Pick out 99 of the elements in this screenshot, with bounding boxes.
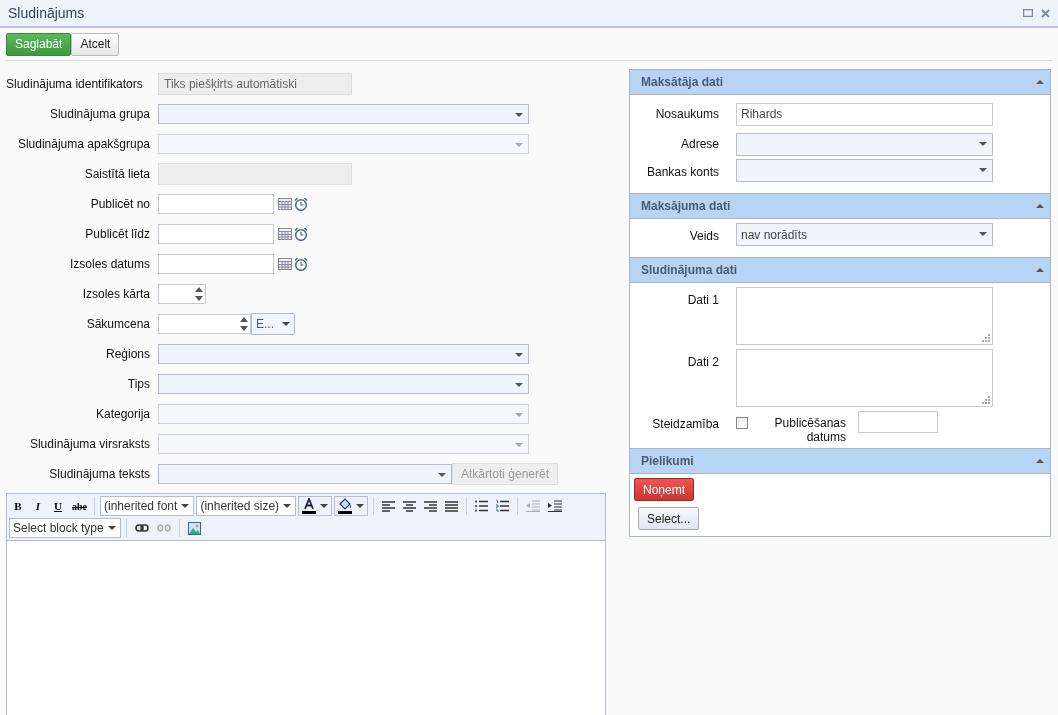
caret-icon[interactable] — [181, 504, 190, 508]
spin-arrows-icon[interactable] — [240, 316, 248, 332]
editor-dropdown[interactable]: Select block type — [9, 518, 121, 538]
resize-grip-icon[interactable] — [982, 334, 990, 342]
align-right-icon[interactable] — [424, 500, 438, 512]
bullet-list-icon[interactable] — [475, 500, 489, 512]
numbered-list-icon[interactable] — [496, 500, 510, 512]
highlight-color-button[interactable] — [334, 496, 369, 516]
date-field[interactable] — [858, 411, 938, 433]
caret-icon[interactable] — [356, 504, 365, 508]
align-center-icon[interactable] — [403, 500, 417, 512]
collapse-icon[interactable] — [1036, 204, 1044, 208]
caret-icon[interactable] — [515, 383, 523, 387]
date-field[interactable] — [158, 254, 274, 274]
caret-icon[interactable] — [979, 168, 987, 172]
italic-button[interactable]: I — [29, 500, 47, 512]
field-label: Kategorija — [94, 407, 151, 421]
underline-button[interactable]: U — [49, 500, 67, 512]
text-color-button[interactable] — [298, 496, 333, 516]
text-field[interactable]: Rihards — [736, 102, 993, 126]
field-label: Publicēt līdz — [84, 227, 151, 241]
field-label: Dati 1 — [686, 292, 720, 307]
readonly-field: Tiks piešķirts automātiski — [158, 73, 352, 95]
resize-grip-icon[interactable] — [982, 396, 990, 404]
dropdown-field[interactable] — [158, 344, 529, 364]
spin-arrows-icon[interactable] — [195, 286, 203, 302]
clock-icon[interactable] — [294, 257, 308, 271]
panel-header[interactable]: Maksātāja dati — [630, 70, 1050, 95]
panel-header[interactable]: Maksājuma dati — [630, 193, 1050, 219]
panel-button[interactable]: Noņemt — [634, 478, 695, 501]
collapse-icon[interactable] — [1036, 80, 1044, 84]
clock-icon[interactable] — [294, 227, 308, 241]
close-icon[interactable] — [1041, 8, 1050, 18]
toolbar-button[interactable]: Atcelt — [71, 32, 120, 56]
indent-icon[interactable] — [548, 500, 563, 512]
date-field[interactable] — [158, 194, 274, 214]
editor-dropdown[interactable]: (inherited size) — [196, 496, 297, 516]
paint-bucket-icon — [338, 498, 353, 514]
dropdown-field[interactable] — [158, 464, 452, 484]
field-label: Steidzamība — [651, 416, 720, 431]
field-label: Sākumcena — [85, 317, 151, 331]
caret-icon[interactable] — [979, 141, 987, 146]
panel-header[interactable]: Sludinājuma dati — [630, 257, 1050, 283]
field-label: Reģions — [104, 347, 151, 361]
caret-icon[interactable] — [979, 232, 987, 236]
collapse-icon[interactable] — [1036, 459, 1044, 463]
field-label: Dati 2 — [686, 354, 720, 369]
caret-icon[interactable] — [320, 504, 329, 508]
date-field[interactable] — [158, 224, 274, 244]
justify-icon[interactable] — [445, 500, 459, 512]
field-label: Publicēšanas datums — [773, 415, 846, 444]
field-label: Publicēt no — [89, 197, 151, 211]
caret-icon[interactable] — [438, 473, 446, 477]
calendar-icon[interactable] — [278, 228, 292, 240]
maximize-icon[interactable] — [1023, 9, 1033, 17]
caret-icon[interactable] — [515, 353, 523, 357]
align-left-icon[interactable] — [382, 500, 396, 512]
image-icon[interactable] — [187, 521, 201, 535]
number-spinner[interactable] — [158, 284, 206, 304]
caret-icon[interactable] — [283, 504, 292, 508]
clock-icon[interactable] — [294, 197, 308, 211]
field-label: Veids — [688, 228, 720, 243]
calendar-icon[interactable] — [278, 198, 292, 210]
field-label: Sludinājuma virsraksts — [28, 437, 151, 451]
calendar-icon[interactable] — [278, 258, 292, 270]
strike-button[interactable]: abe — [69, 500, 89, 512]
bold-button[interactable]: B — [9, 500, 27, 512]
panel-title[interactable]: Maksātāja dati — [641, 75, 724, 89]
field-label: Izsoles datums — [68, 257, 151, 271]
field-label: Sludinājuma apakšgrupa — [16, 137, 151, 151]
dropdown-field[interactable] — [158, 374, 529, 394]
dropdown-field[interactable] — [158, 104, 529, 124]
editor-dropdown[interactable]: (inherited font — [100, 496, 195, 516]
checkbox[interactable] — [736, 417, 748, 429]
caret-icon[interactable] — [515, 113, 523, 117]
caret-icon[interactable] — [107, 526, 116, 530]
panel-title[interactable]: Sludinājuma dati — [641, 263, 737, 277]
field-label: Adrese — [679, 137, 720, 151]
currency-dropdown[interactable]: E... — [251, 313, 295, 335]
field-label: Nosaukums — [654, 107, 720, 121]
dropdown-field[interactable] — [736, 132, 993, 156]
dropdown-field[interactable] — [736, 159, 993, 182]
field-label: Saistītā lieta — [83, 167, 151, 181]
field-label: Bankas konts — [645, 164, 720, 179]
dropdown-field[interactable]: nav norādīts — [736, 223, 993, 246]
field-label: Izsoles kārta — [81, 287, 151, 301]
window-title: Sludinājums — [8, 5, 85, 21]
field-label: Sludinājuma grupa — [48, 107, 151, 121]
panel-header[interactable]: Pielikumi — [630, 448, 1050, 474]
panel-title[interactable]: Maksājuma dati — [641, 199, 731, 213]
caret-icon[interactable] — [282, 322, 290, 326]
panel-button[interactable]: Select... — [638, 507, 700, 530]
field-label: Sludinājuma identifikators — [6, 77, 144, 91]
link-icon[interactable] — [134, 524, 149, 532]
field-label: Tips — [126, 377, 151, 391]
letter-a-icon — [302, 498, 317, 514]
field-label: Sludinājuma teksts — [48, 467, 151, 481]
collapse-icon[interactable] — [1036, 268, 1044, 272]
panel-title[interactable]: Pielikumi — [641, 454, 694, 468]
